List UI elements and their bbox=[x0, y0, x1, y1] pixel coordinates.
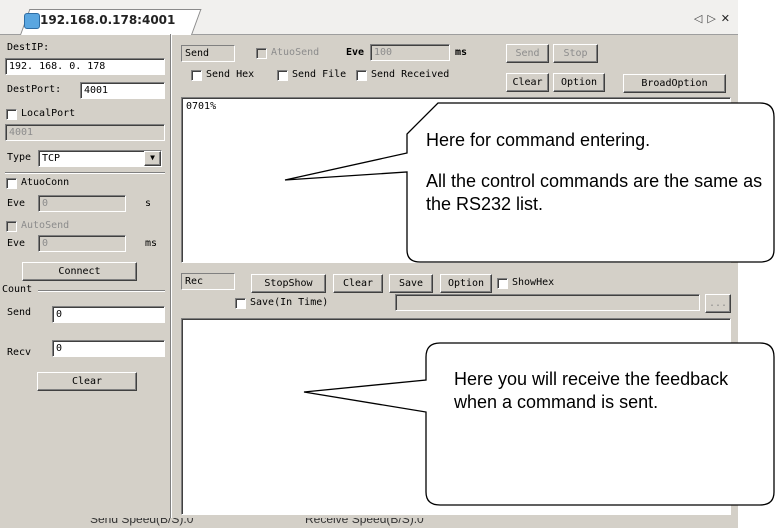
send-speed-status: Send Speed(B/S):0 bbox=[90, 518, 194, 526]
callout-overlay bbox=[284, 102, 775, 506]
status-bar: Send Speed(B/S):0 Receive Speed(B/S):0 bbox=[0, 518, 738, 528]
send-callout-line1: Here for command entering. bbox=[426, 130, 651, 150]
receive-callout-text: Here you will receive the feedback when … bbox=[454, 369, 729, 412]
send-callout-line2: All the control commands are the same as… bbox=[426, 171, 763, 214]
receive-speed-status: Receive Speed(B/S):0 bbox=[305, 518, 424, 526]
